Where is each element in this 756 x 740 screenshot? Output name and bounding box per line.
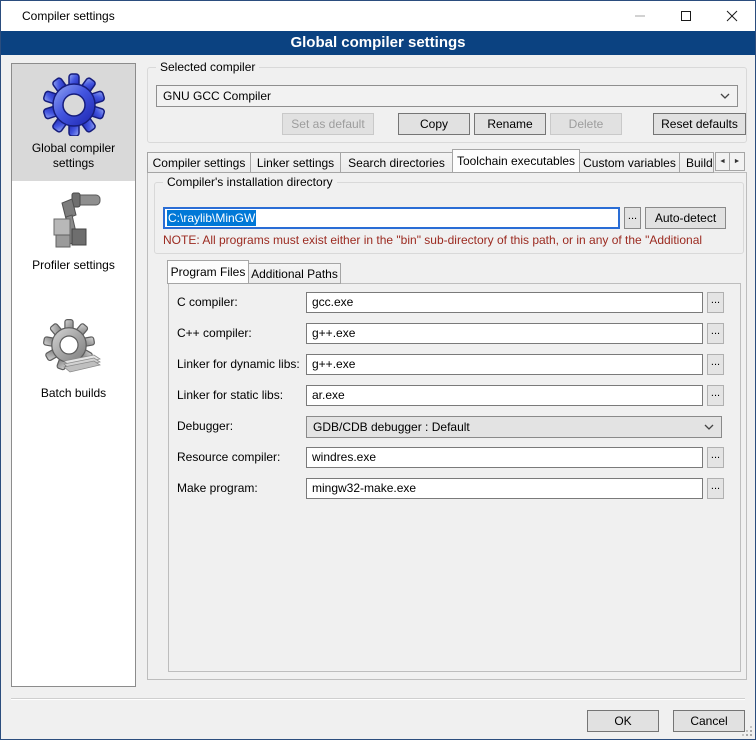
linker-dynamic-browse-button[interactable]: ... xyxy=(707,354,724,375)
window-title: Compiler settings xyxy=(1,9,115,23)
resize-grip[interactable] xyxy=(750,734,752,736)
selected-compiler-dropdown[interactable]: GNU GCC Compiler xyxy=(156,85,738,107)
compiler-settings-tabstrip: Compiler settings Linker settings Search… xyxy=(147,149,745,173)
sidebar-item-global-compiler-settings[interactable]: Global compiler settings xyxy=(12,64,135,181)
cpp-compiler-label: C++ compiler: xyxy=(177,323,252,344)
make-program-browse-button[interactable]: ... xyxy=(707,478,724,499)
set-as-default-button[interactable]: Set as default xyxy=(282,113,374,135)
linker-static-input[interactable]: ar.exe xyxy=(306,385,703,406)
selected-compiler-group: Selected compiler GNU GCC Compiler Set a… xyxy=(147,67,747,143)
minimize-button[interactable] xyxy=(617,1,663,31)
debugger-label: Debugger: xyxy=(177,416,233,437)
resource-compiler-label: Resource compiler: xyxy=(177,447,280,468)
maximize-button[interactable] xyxy=(663,1,709,31)
tab-linker-settings[interactable]: Linker settings xyxy=(251,152,341,173)
c-compiler-label: C compiler: xyxy=(177,292,238,313)
resource-compiler-browse-button[interactable]: ... xyxy=(707,447,724,468)
maximize-icon xyxy=(680,10,692,22)
make-program-input[interactable]: mingw32-make.exe xyxy=(306,478,703,499)
rename-button[interactable]: Rename xyxy=(474,113,546,135)
linker-static-label: Linker for static libs: xyxy=(177,385,283,406)
sidebar-item-label: Global compiler settings xyxy=(14,141,133,171)
reset-defaults-button[interactable]: Reset defaults xyxy=(653,113,746,135)
resource-compiler-input[interactable]: windres.exe xyxy=(306,447,703,468)
chevron-down-icon xyxy=(720,93,730,100)
tab-additional-paths[interactable]: Additional Paths xyxy=(249,263,341,284)
page-title: Global compiler settings xyxy=(1,31,755,55)
cpp-compiler-browse-button[interactable]: ... xyxy=(707,323,724,344)
close-icon xyxy=(726,10,738,22)
c-compiler-browse-button[interactable]: ... xyxy=(707,292,724,313)
sidebar-item-label: Profiler settings xyxy=(32,258,115,273)
make-program-label: Make program: xyxy=(177,478,258,499)
linker-dynamic-input[interactable]: g++.exe xyxy=(306,354,703,375)
gray-gear-stack-icon xyxy=(42,317,106,381)
toolchain-executables-panel: Compiler's installation directory C:\ray… xyxy=(147,172,747,680)
close-button[interactable] xyxy=(709,1,755,31)
debugger-value: GDB/CDB debugger : Default xyxy=(313,420,470,434)
installation-directory-group: Compiler's installation directory C:\ray… xyxy=(154,182,744,254)
compiler-settings-dialog: Compiler settings Global compiler settin… xyxy=(0,0,756,740)
delete-button[interactable]: Delete xyxy=(550,113,622,135)
tab-toolchain-executables[interactable]: Toolchain executables xyxy=(452,149,580,173)
selected-compiler-value: GNU GCC Compiler xyxy=(163,89,271,103)
program-files-tabstrip: Program Files Additional Paths xyxy=(168,260,341,284)
title-bar: Compiler settings xyxy=(1,1,755,31)
tab-custom-variables[interactable]: Custom variables xyxy=(580,152,680,173)
installation-note: NOTE: All programs must exist either in … xyxy=(163,233,741,247)
installation-directory-browse-button[interactable]: ... xyxy=(624,207,641,229)
tab-build-options[interactable]: Build options xyxy=(680,152,714,173)
footer-divider xyxy=(11,698,745,700)
selected-compiler-group-label: Selected compiler xyxy=(156,60,259,74)
minimize-icon xyxy=(634,10,646,22)
tab-search-directories[interactable]: Search directories xyxy=(341,152,453,173)
debugger-dropdown[interactable]: GDB/CDB debugger : Default xyxy=(306,416,722,438)
cpp-compiler-input[interactable]: g++.exe xyxy=(306,323,703,344)
tab-scroll-left-button[interactable]: ◄ xyxy=(715,152,730,171)
installation-directory-value: C:\raylib\MinGW xyxy=(167,210,256,226)
tab-scroll-right-button[interactable]: ► xyxy=(730,152,745,171)
auto-detect-button[interactable]: Auto-detect xyxy=(645,207,726,229)
c-compiler-input[interactable]: gcc.exe xyxy=(306,292,703,313)
chevron-down-icon xyxy=(704,424,714,431)
settings-category-list: Global compiler settings Profiler settin… xyxy=(11,63,136,687)
sidebar-item-profiler-settings[interactable]: Profiler settings xyxy=(12,181,135,283)
copy-button[interactable]: Copy xyxy=(398,113,470,135)
ok-button[interactable]: OK xyxy=(587,710,659,732)
sidebar-item-label: Batch builds xyxy=(41,386,106,401)
program-files-panel: C compiler: gcc.exe ... C++ compiler: g+… xyxy=(168,283,741,672)
sidebar-item-batch-builds[interactable]: Batch builds xyxy=(12,309,135,411)
linker-dynamic-label: Linker for dynamic libs: xyxy=(177,354,300,375)
tab-compiler-settings[interactable]: Compiler settings xyxy=(147,152,251,173)
installation-directory-input[interactable]: C:\raylib\MinGW xyxy=(163,207,620,229)
blue-gear-icon xyxy=(42,72,106,136)
cancel-button[interactable]: Cancel xyxy=(673,710,745,732)
caliper-icon xyxy=(42,189,106,253)
linker-static-browse-button[interactable]: ... xyxy=(707,385,724,406)
tab-program-files[interactable]: Program Files xyxy=(167,260,249,284)
installation-directory-group-label: Compiler's installation directory xyxy=(163,175,337,189)
